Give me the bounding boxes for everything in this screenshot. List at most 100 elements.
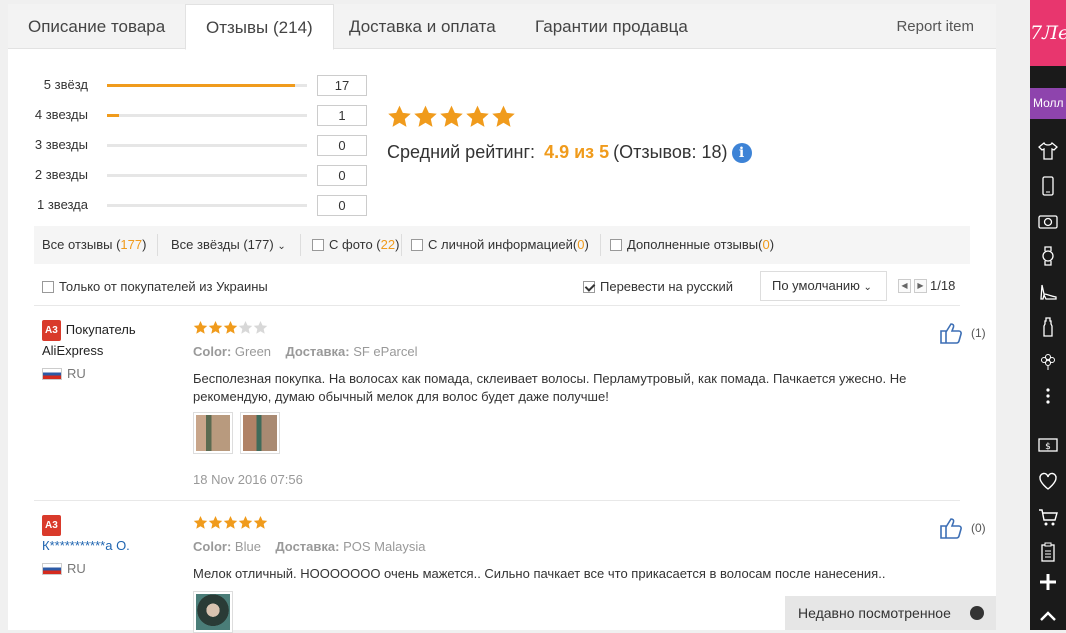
review-stars bbox=[193, 515, 268, 530]
rating-row-1[interactable]: 1 звезда 0 bbox=[8, 195, 378, 216]
filter-with-photo-count: 22 bbox=[380, 237, 396, 252]
reviewer: A3 К***********а О. bbox=[42, 515, 172, 555]
reviewer-name: A3 Покупатель bbox=[42, 320, 162, 341]
tab-shipping[interactable]: Доставка и оплата bbox=[329, 4, 516, 49]
checkbox-icon[interactable] bbox=[312, 239, 324, 251]
rating-row-label: 3 звезды bbox=[34, 137, 88, 152]
watch-icon[interactable] bbox=[1038, 246, 1058, 266]
flag-russia-icon bbox=[42, 367, 62, 380]
filter-only-ukraine[interactable]: Только от покупателей из Украины bbox=[42, 274, 268, 300]
review-filter-bar: Все отзывы (177) Все звёзды (177) ⌄ С фо… bbox=[34, 226, 970, 264]
chevron-down-icon: ⌄ bbox=[863, 282, 872, 293]
translate-toggle[interactable]: Перевести на русский bbox=[583, 274, 733, 300]
average-rating: Средний рейтинг: 4.9 из 5 (Отзывов: 18) … bbox=[387, 142, 752, 163]
average-stars bbox=[387, 104, 517, 130]
tshirt-icon[interactable] bbox=[1038, 141, 1058, 161]
filter-all-reviews-count: 177 bbox=[120, 237, 143, 252]
review-item: A3 Покупатель AliExpress RU Color: Green … bbox=[34, 320, 986, 500]
filter-all-reviews[interactable]: Все отзывы (177) bbox=[42, 226, 146, 264]
camera-icon[interactable] bbox=[1038, 211, 1058, 231]
review-photo-thumbnail[interactable] bbox=[193, 412, 233, 454]
helpful-button[interactable]: (0) bbox=[939, 517, 986, 539]
review-photo-thumbnail[interactable] bbox=[240, 412, 280, 454]
tab-reviews[interactable]: Отзывы (214) bbox=[185, 4, 334, 50]
filter-with-photo[interactable]: С фото (22) bbox=[312, 226, 399, 264]
rating-row-4[interactable]: 4 звезды 1 bbox=[8, 105, 378, 126]
star-filled-icon bbox=[253, 515, 268, 529]
color-label: Color: bbox=[193, 539, 232, 554]
review-photo-thumbnail[interactable] bbox=[193, 591, 233, 633]
phone-icon[interactable] bbox=[1038, 176, 1058, 196]
star-empty-icon bbox=[253, 320, 268, 334]
reviewer-country: RU bbox=[42, 561, 86, 576]
filter-divider bbox=[157, 234, 158, 256]
thumbs-up-icon bbox=[940, 323, 962, 344]
average-rating-value: 4.9 из 5 bbox=[544, 142, 610, 162]
rating-bar-fill bbox=[107, 84, 295, 87]
cart-icon[interactable] bbox=[1038, 507, 1058, 527]
rating-bar bbox=[107, 144, 307, 147]
rating-row-2[interactable]: 2 звезды 0 bbox=[8, 165, 378, 186]
tab-bar: Описание товара Отзывы (214) Доставка и … bbox=[8, 4, 996, 50]
checkbox-icon[interactable] bbox=[42, 281, 54, 293]
helpful-button[interactable]: (1) bbox=[939, 322, 986, 344]
chevron-up-icon[interactable] bbox=[1038, 606, 1058, 626]
plus-icon[interactable] bbox=[1038, 572, 1058, 592]
helpful-count: (0) bbox=[971, 521, 986, 535]
report-item-link[interactable]: Report item bbox=[876, 4, 994, 49]
filter-additional-reviews[interactable]: Дополненные отзывы(0) bbox=[610, 226, 774, 264]
rating-count: 1 bbox=[317, 105, 367, 126]
checkbox-icon[interactable] bbox=[610, 239, 622, 251]
right-sidebar: 7Лет Молл $ bbox=[1030, 0, 1066, 630]
more-vertical-icon[interactable] bbox=[1038, 386, 1058, 406]
info-icon[interactable]: i bbox=[731, 142, 752, 163]
heart-icon[interactable] bbox=[1038, 471, 1058, 491]
checkbox-checked-icon[interactable] bbox=[583, 281, 595, 293]
country-code: RU bbox=[67, 561, 86, 576]
review-meta: Color: Green Доставка: SF eParcel bbox=[193, 344, 418, 359]
star-filled-icon bbox=[193, 515, 208, 529]
clipboard-icon[interactable] bbox=[1038, 542, 1058, 562]
next-page-button[interactable]: ▶ bbox=[914, 278, 927, 293]
bottle-icon[interactable] bbox=[1038, 317, 1058, 337]
rating-count: 0 bbox=[317, 195, 367, 216]
recently-viewed-bar[interactable]: Недавно посмотренное bbox=[785, 596, 996, 630]
helpful-count: (1) bbox=[971, 326, 986, 340]
product-page: Описание товара Отзывы (214) Доставка и … bbox=[8, 4, 996, 633]
flag-russia-icon bbox=[42, 562, 62, 575]
star-filled-icon bbox=[414, 105, 437, 127]
filter-personal-info-label: С личной информацией( bbox=[428, 237, 578, 252]
reviewer-name-link[interactable]: К***********а О. bbox=[42, 536, 172, 555]
rating-row-5[interactable]: 5 звёзд 17 bbox=[8, 75, 378, 96]
filter-only-ukraine-label: Только от покупателей из Украины bbox=[59, 279, 268, 294]
sort-select[interactable]: По умолчанию ⌄ bbox=[760, 271, 887, 301]
thumbs-up-icon bbox=[940, 518, 962, 539]
svg-text:$: $ bbox=[1045, 442, 1051, 452]
color-value: Blue bbox=[234, 539, 261, 554]
filter-personal-info[interactable]: С личной информацией(0) bbox=[411, 226, 589, 264]
rating-row-label: 1 звезда bbox=[37, 197, 88, 212]
high-heel-icon[interactable] bbox=[1038, 282, 1058, 302]
rating-bar bbox=[107, 84, 307, 87]
star-filled-icon bbox=[223, 515, 238, 529]
rating-row-label: 2 звезды bbox=[34, 167, 88, 182]
flower-icon[interactable] bbox=[1038, 351, 1058, 371]
filter-all-stars-dropdown[interactable]: Все звёзды (177) ⌄ bbox=[171, 226, 286, 266]
tab-description[interactable]: Описание товара bbox=[8, 4, 185, 49]
coupon-icon[interactable]: $ bbox=[1038, 435, 1058, 455]
filter-divider bbox=[600, 234, 601, 256]
prev-page-button[interactable]: ◀ bbox=[898, 278, 911, 293]
shipping-value: SF eParcel bbox=[353, 344, 418, 359]
tab-seller-guarantees[interactable]: Гарантии продавца bbox=[515, 4, 708, 49]
mall-link[interactable]: Молл bbox=[1030, 88, 1066, 119]
rating-row-label: 5 звёзд bbox=[43, 77, 88, 92]
promo-logo[interactable]: 7Лет bbox=[1030, 0, 1066, 66]
shipping-label: Доставка: bbox=[285, 344, 350, 359]
review-text: Мелок отличный. НООООООО очень мажется..… bbox=[193, 566, 886, 581]
rating-row-3[interactable]: 3 звезды 0 bbox=[8, 135, 378, 156]
filter-divider bbox=[401, 234, 402, 256]
page-indicator: 1/18 bbox=[930, 278, 956, 293]
star-filled-icon bbox=[238, 515, 253, 529]
checkbox-icon[interactable] bbox=[411, 239, 423, 251]
star-filled-icon bbox=[208, 515, 223, 529]
